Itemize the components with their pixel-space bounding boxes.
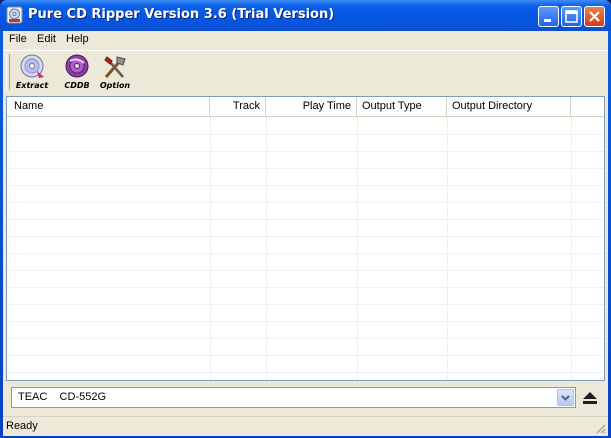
column-outputdir-header[interactable]: Output Directory (447, 97, 571, 116)
window-title: Pure CD Ripper Version 3.6 (Trial Versio… (28, 7, 335, 22)
row-divider (7, 287, 604, 288)
cddb-button[interactable]: CDDB (56, 53, 98, 93)
close-button[interactable] (584, 6, 605, 27)
row-divider (7, 304, 604, 305)
row-divider (7, 372, 604, 373)
resize-grip-icon[interactable] (594, 422, 606, 434)
row-divider (7, 355, 604, 356)
extract-cd-icon (20, 54, 44, 78)
option-tools-icon (104, 56, 126, 78)
minimize-button[interactable] (538, 6, 559, 27)
list-header: Name Track Play Time Output Type Output … (7, 97, 604, 117)
toolbar-grip[interactable] (6, 54, 10, 90)
column-divider (447, 117, 448, 380)
drive-bar: TEAC CD-552G (6, 386, 605, 411)
row-divider (7, 202, 604, 203)
cddb-icon (65, 54, 89, 78)
minimize-icon (544, 19, 551, 22)
drive-dropdown-button[interactable] (557, 389, 574, 406)
row-divider (7, 151, 604, 152)
chevron-down-icon (561, 395, 570, 401)
row-divider (7, 168, 604, 169)
column-divider (357, 117, 358, 380)
row-divider (7, 270, 604, 271)
drive-selected-value: TEAC CD-552G (18, 391, 107, 403)
eject-icon[interactable] (580, 389, 600, 407)
row-divider (7, 236, 604, 237)
close-icon (589, 11, 600, 22)
column-playtime-header[interactable]: Play Time (266, 97, 357, 116)
cddb-label: CDDB (64, 81, 90, 90)
row-divider (7, 219, 604, 220)
menu-file[interactable]: File (9, 33, 27, 45)
row-divider (7, 253, 604, 254)
title-bar[interactable]: Pure CD Ripper Version 3.6 (Trial Versio… (0, 0, 611, 31)
maximize-button[interactable] (561, 6, 582, 27)
row-divider (7, 338, 604, 339)
app-cd-icon[interactable] (6, 6, 23, 24)
menu-bar: File Edit Help (3, 31, 608, 49)
row-divider (7, 185, 604, 186)
toolbar: Extract CDDB Option (3, 50, 608, 96)
row-divider (7, 134, 604, 135)
drive-select[interactable]: TEAC CD-552G (11, 387, 576, 408)
row-divider (7, 321, 604, 322)
list-body[interactable] (7, 117, 604, 380)
maximize-icon (565, 10, 578, 23)
app-window: Pure CD Ripper Version 3.6 (Trial Versio… (0, 0, 611, 438)
extract-label: Extract (15, 81, 49, 90)
menu-help[interactable]: Help (66, 33, 89, 45)
status-bar: Ready (3, 416, 608, 436)
column-track-header[interactable]: Track (210, 97, 266, 116)
column-outputtype-header[interactable]: Output Type (357, 97, 447, 116)
status-text: Ready (6, 420, 38, 432)
track-list[interactable]: Name Track Play Time Output Type Output … (6, 96, 605, 381)
client-area: File Edit Help Extract CDDB Option Name … (3, 31, 608, 436)
column-divider (266, 117, 267, 380)
menu-edit[interactable]: Edit (37, 33, 56, 45)
column-name-header[interactable]: Name (7, 97, 210, 116)
option-button[interactable]: Option (94, 53, 136, 93)
column-divider (210, 117, 211, 380)
column-divider (571, 117, 572, 380)
option-label: Option (99, 81, 131, 90)
extract-button[interactable]: Extract (11, 53, 53, 93)
